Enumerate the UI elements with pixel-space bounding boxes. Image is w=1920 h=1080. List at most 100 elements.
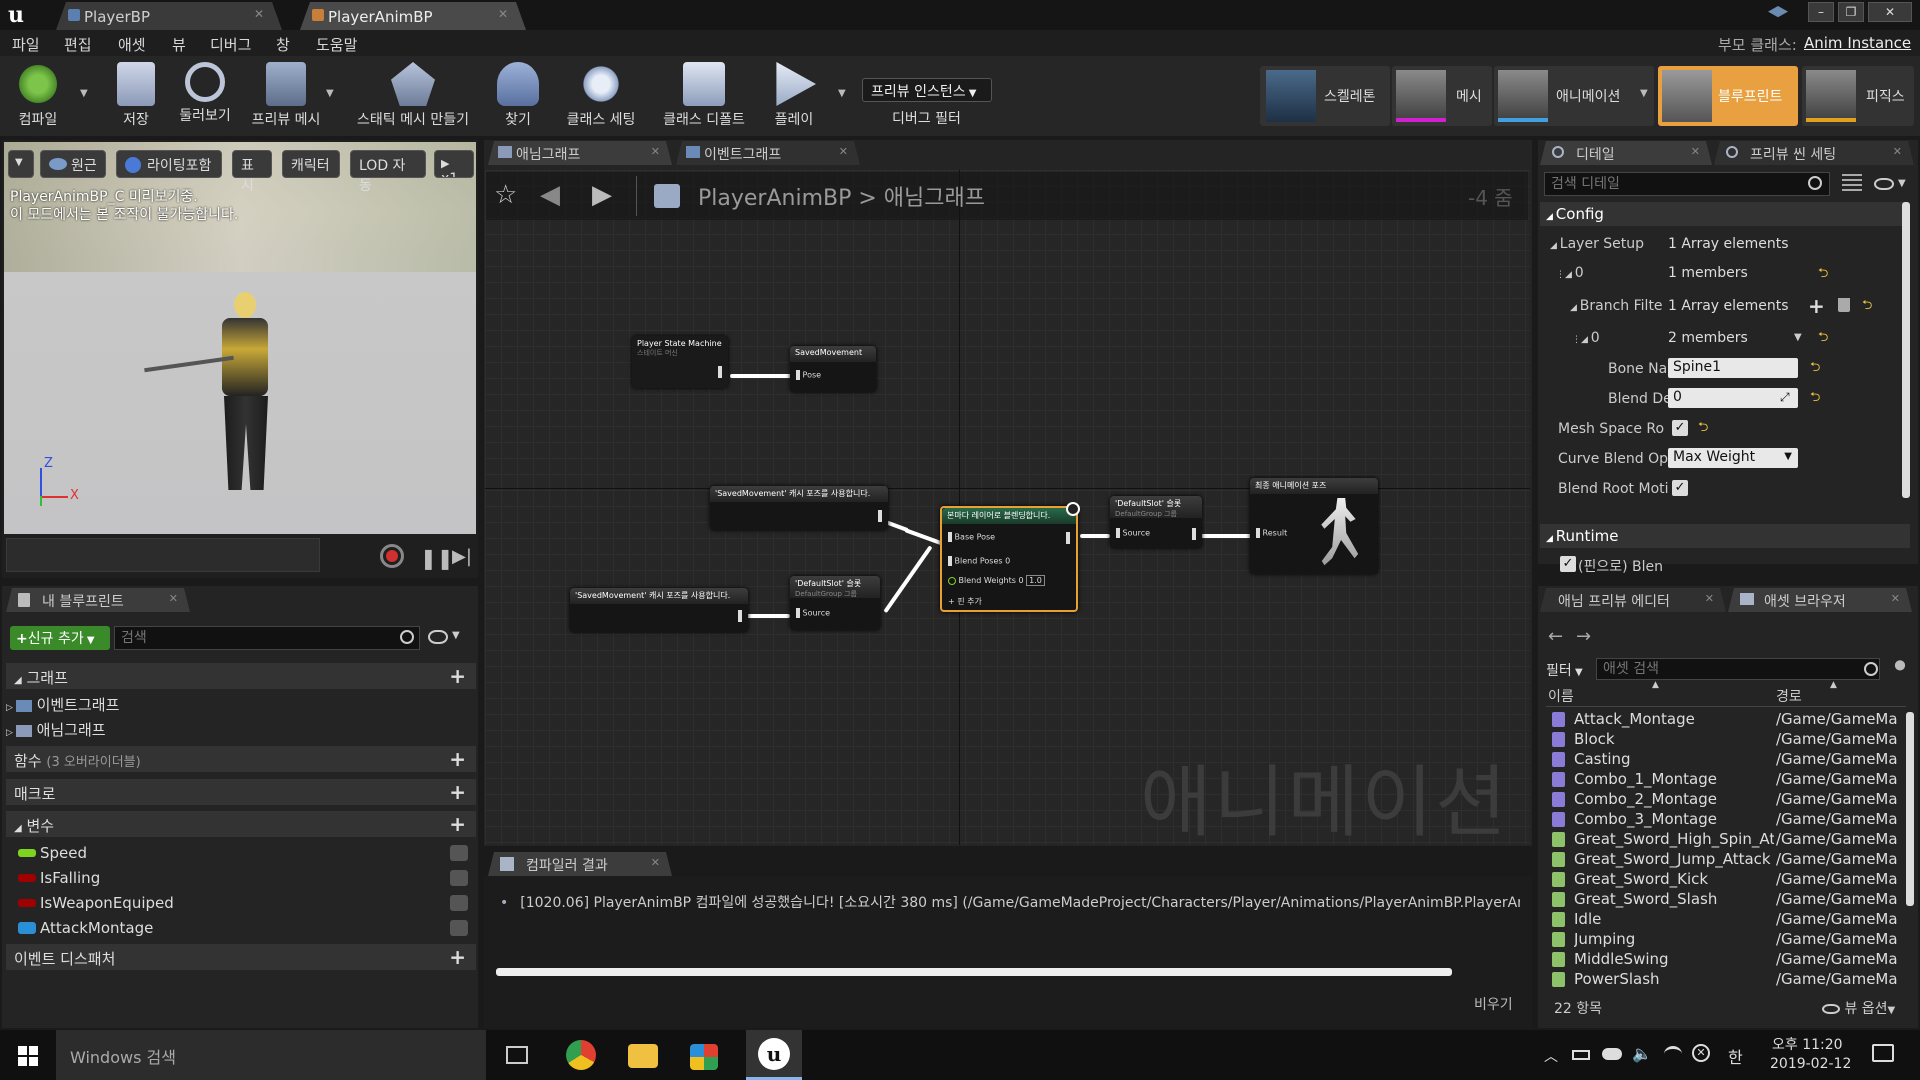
menu-asset[interactable]: 애셋 (118, 34, 146, 55)
node-default-slot-2[interactable]: 'DefaultSlot' 슬롯 DefaultGroup 그룹 Source (790, 576, 880, 630)
menu-debug[interactable]: 디버그 (210, 34, 251, 55)
add-variable-button[interactable]: + (449, 812, 466, 836)
onedrive-cloud-icon[interactable] (1602, 1048, 1622, 1060)
graduation-cap-icon[interactable] (1768, 6, 1788, 18)
add-new-button[interactable]: +신규 추가 ▼ (10, 626, 110, 650)
file-explorer-icon[interactable] (628, 1044, 658, 1068)
property-matrix-icon[interactable] (1842, 174, 1862, 194)
view-eye-icon[interactable] (1874, 178, 1894, 190)
node-output-pose[interactable]: 최종 애니메이션 포즈 Result (1250, 478, 1378, 574)
compiler-scrollbar[interactable] (496, 968, 1452, 976)
character-button[interactable]: 캐릭터 (282, 150, 340, 178)
asset-row[interactable]: Block/Game/GameMa (1548, 730, 1913, 750)
show-button[interactable]: 표시 (232, 150, 272, 194)
compile-button[interactable]: 컴파일 (4, 62, 72, 132)
filter-0-label[interactable]: ⋮◢ 0 (1572, 330, 1600, 346)
close-icon[interactable]: ✕ (651, 856, 660, 869)
view-eye-icon[interactable] (428, 630, 448, 644)
graph-item-eventgraph[interactable]: ▷ 이벤트그래프 (6, 694, 119, 715)
blend-poses-pin[interactable]: Blend Poses 0 (948, 556, 1010, 566)
result-pin[interactable]: Result (1256, 528, 1287, 538)
pose-pin-icon[interactable] (878, 510, 882, 522)
tab-compiler-results[interactable]: 컴파일러 결과 ✕ (488, 852, 672, 876)
close-window-button[interactable]: ✕ (1868, 2, 1912, 22)
windows-search-box[interactable]: Windows 검색 (56, 1030, 486, 1080)
menu-file[interactable]: 파일 (12, 34, 40, 55)
add-graph-button[interactable]: + (449, 664, 466, 688)
mode-mesh[interactable]: 메시 (1392, 66, 1492, 126)
tray-chevron-icon[interactable]: ︿ (1544, 1046, 1558, 1066)
variable-attackmontage[interactable]: AttackMontage (6, 917, 476, 941)
add-pin-button[interactable]: + 핀 추가 (948, 596, 982, 607)
asset-row[interactable]: PowerSlash/Game/GameMa (1548, 970, 1913, 990)
config-category[interactable]: ◢ Config (1540, 202, 1906, 226)
wifi-icon[interactable] (1664, 1046, 1682, 1062)
chevron-down-icon[interactable]: ▼ (452, 630, 460, 641)
runtime-category[interactable]: ◢ Runtime (1540, 524, 1910, 548)
variables-section[interactable]: ◢ 변수 + (6, 811, 476, 837)
layer-0-label[interactable]: ⋮◢ 0 (1556, 265, 1584, 281)
reset-arrow-icon[interactable]: ⮌ (1810, 358, 1820, 380)
curve-blend-select[interactable]: Max Weight ▼ (1668, 448, 1798, 468)
column-header-path[interactable]: 경로 (1776, 686, 1802, 706)
close-icon[interactable]: ✕ (651, 145, 660, 158)
mesh-space-checkbox[interactable]: ✓ (1672, 420, 1688, 436)
close-icon[interactable]: ✕ (169, 592, 178, 605)
add-dispatcher-button[interactable]: + (449, 945, 466, 969)
asset-row[interactable]: Great_Sword_High_Spin_Attack/Game/GameMa (1548, 830, 1913, 850)
details-search-input[interactable] (1544, 172, 1830, 196)
blend-root-checkbox[interactable]: ✓ (1672, 480, 1688, 496)
close-icon[interactable]: ✕ (1891, 592, 1900, 605)
reset-arrow-icon[interactable]: ⮌ (1818, 264, 1828, 286)
clock-time[interactable]: 오후 11:20 (1772, 1034, 1843, 1054)
asset-row[interactable]: Great_Sword_Kick/Game/GameMa (1548, 870, 1913, 890)
mode-blueprint[interactable]: 블루프린트 (1658, 66, 1798, 126)
tab-playeranimbp[interactable]: PlayerAnimBP ✕ (300, 2, 526, 30)
step-forward-button[interactable]: ▶| (452, 546, 472, 567)
graphs-section[interactable]: ◢ 그래프 + (6, 663, 476, 689)
variable-isweaponequiped[interactable]: IsWeaponEquiped (6, 892, 476, 916)
tab-animgraph[interactable]: 애님그래프 ✕ (488, 141, 672, 165)
asset-row[interactable]: Casting/Game/GameMa (1548, 750, 1913, 770)
compiler-message[interactable]: • [1020.06] PlayerAnimBP 컴파일에 성공했습니다! [소요… (500, 892, 1520, 912)
source-pin[interactable]: Source (1116, 528, 1150, 538)
chevron-down-icon[interactable]: ▼ (1794, 332, 1802, 343)
add-element-icon[interactable]: + (1808, 294, 1825, 318)
make-static-mesh-button[interactable]: 스태틱 메시 만들기 (350, 62, 476, 132)
pose-pin-icon[interactable] (1192, 528, 1196, 540)
visibility-eye-icon[interactable] (450, 845, 468, 861)
column-header-name[interactable]: 이름 (1548, 686, 1574, 706)
reset-arrow-icon[interactable]: ⮌ (1810, 388, 1820, 410)
preview-mesh-button[interactable]: 프리뷰 메시 (246, 62, 326, 132)
add-macro-button[interactable]: + (449, 780, 466, 804)
viewport-options-button[interactable]: ▼ (8, 150, 34, 178)
pose-pin-icon[interactable] (718, 366, 722, 378)
visibility-eye-icon[interactable] (450, 870, 468, 886)
maximize-button[interactable]: ❐ (1838, 2, 1864, 22)
chevron-down-icon[interactable]: ▼ (1640, 88, 1648, 99)
tab-playerbp[interactable]: PlayerBP ✕ (56, 2, 282, 30)
tab-asset-browser[interactable]: 애셋 브라우저 ✕ (1728, 588, 1912, 612)
tab-anim-preview-editor[interactable]: 애님 프리뷰 에디터 ✕ (1540, 588, 1726, 612)
viewport[interactable]: Z X PlayerAnimBP_C 미리보기중. 이 모드에서는 본 조작이 … (4, 142, 476, 534)
asset-row[interactable]: Idle/Game/GameMa (1548, 910, 1913, 930)
sort-arrow-icon[interactable]: ▲ (1830, 680, 1837, 690)
reset-arrow-icon[interactable]: ⮌ (1818, 328, 1828, 350)
search-icon[interactable] (400, 630, 414, 644)
asset-search-input[interactable] (1596, 658, 1880, 680)
tab-eventgraph[interactable]: 이벤트그래프 ✕ (676, 141, 860, 165)
save-button[interactable]: 저장 (108, 62, 164, 132)
network-error-icon[interactable]: ✕ (1692, 1044, 1710, 1062)
search-icon[interactable] (1808, 176, 1822, 190)
close-icon[interactable]: ✕ (1893, 145, 1902, 158)
play-dropdown-icon[interactable]: ▼ (838, 88, 846, 99)
close-icon[interactable]: ✕ (1705, 592, 1714, 605)
search-icon[interactable] (1864, 662, 1878, 676)
reset-arrow-icon[interactable]: ⮌ (1698, 418, 1708, 440)
menu-view[interactable]: 뷰 (172, 34, 186, 55)
pose-pin-icon[interactable] (1066, 532, 1070, 544)
compile-dropdown-icon[interactable]: ▼ (80, 88, 88, 99)
tab-my-blueprint[interactable]: 내 블루프린트 ✕ (6, 588, 190, 612)
unreal-taskbar-button[interactable]: u (746, 1030, 802, 1080)
asset-row[interactable]: MiddleSwing/Game/GameMa (1548, 950, 1913, 970)
